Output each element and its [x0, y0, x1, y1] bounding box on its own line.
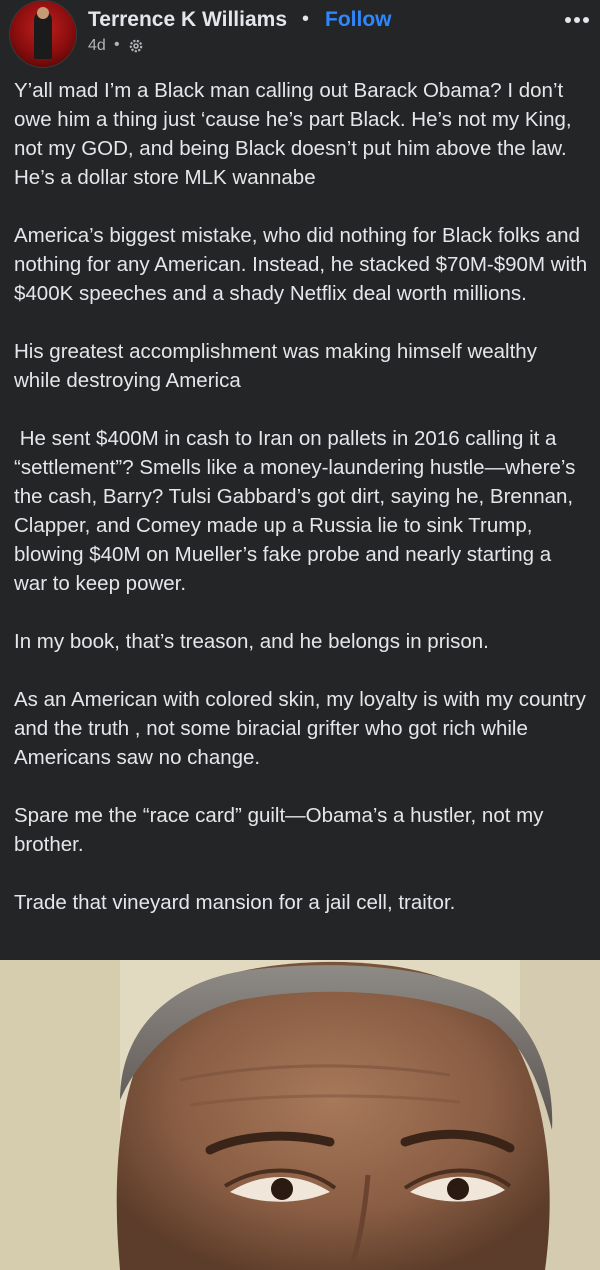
- author-name[interactable]: Terrence K Williams: [88, 8, 287, 32]
- post-photo[interactable]: [0, 960, 600, 1270]
- follow-button[interactable]: Follow: [325, 8, 392, 32]
- post-paragraph-2: America’s biggest mistake, who did nothi…: [14, 224, 593, 305]
- post-timestamp[interactable]: 4d: [88, 37, 106, 55]
- portrait-illustration: [0, 960, 600, 1270]
- timestamp-separator: •: [114, 36, 120, 53]
- post-paragraph-7: Spare me the “race card” guilt—Obama’s a…: [14, 804, 550, 856]
- post-paragraph-3: His greatest accomplishment was making h…: [14, 340, 543, 392]
- author-avatar[interactable]: [10, 1, 76, 67]
- post-text: Y’all mad I’m a Black man calling out Ba…: [14, 76, 589, 946]
- post-paragraph-1: Y’all mad I’m a Black man calling out Ba…: [14, 79, 578, 189]
- post-paragraph-6: As an American with colored skin, my loy…: [14, 688, 592, 769]
- post-paragraph-5: In my book, that’s treason, and he belon…: [14, 630, 489, 653]
- post-paragraph-8: Trade that vineyard mansion for a jail c…: [14, 891, 456, 914]
- avatar-head: [37, 7, 49, 19]
- more-horizontal-icon[interactable]: [562, 10, 592, 30]
- gear-icon[interactable]: [128, 38, 144, 54]
- name-follow-separator: •: [302, 8, 310, 30]
- post-paragraph-4: He sent $400M in cash to Iran on pallets…: [14, 427, 582, 595]
- post-header: Terrence K Williams • Follow 4d •: [0, 0, 600, 70]
